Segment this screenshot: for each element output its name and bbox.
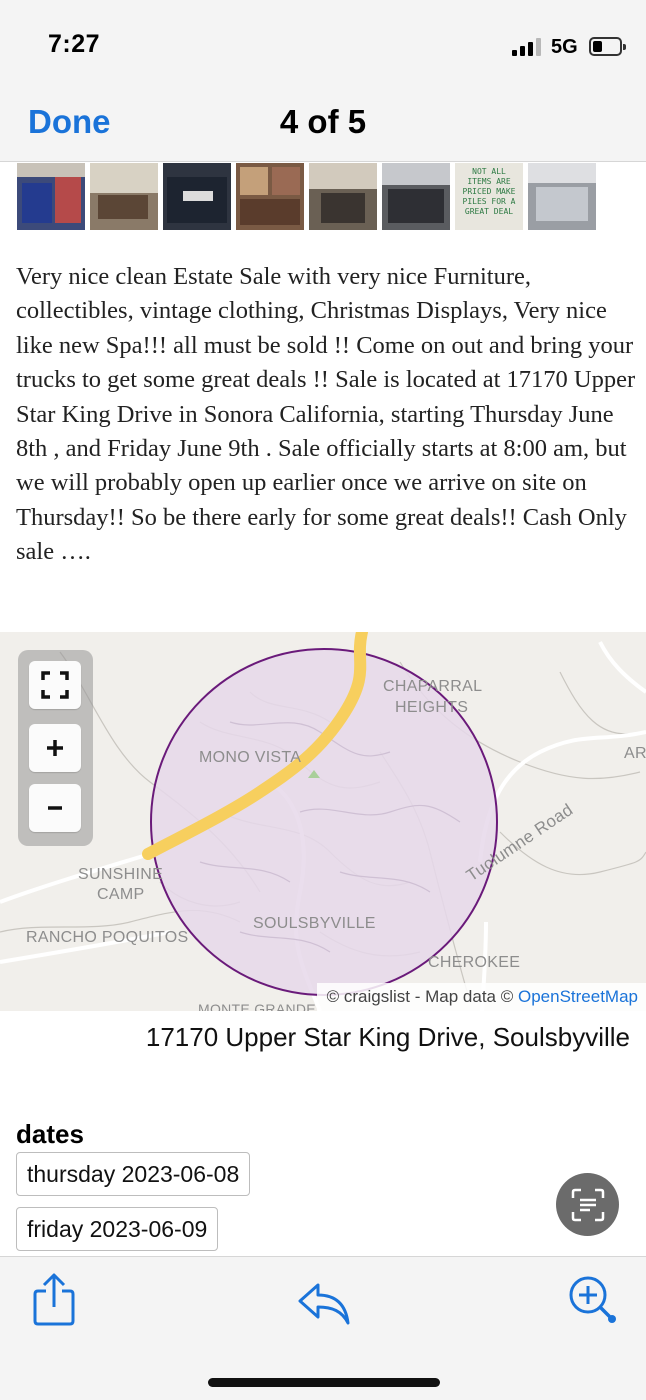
openstreetmap-link[interactable]: OpenStreetMap <box>518 987 638 1006</box>
thumbnail-photo-5[interactable] <box>309 163 377 230</box>
thumbnail-photo-2[interactable] <box>90 163 158 230</box>
plus-icon <box>47 740 63 756</box>
map-label-rancho-poquitos: RANCHO POQUITOS <box>26 929 189 946</box>
map-label-soulsbyville: SOULSBYVILLE <box>253 915 376 932</box>
map-label-cherokee: CHEROKEE <box>428 954 521 971</box>
thumbnail-photo-6[interactable] <box>382 163 450 230</box>
text-scan-icon <box>571 1188 604 1221</box>
status-bar: 7:27 5G <box>0 0 646 90</box>
thumbnail-photo-8[interactable] <box>528 163 596 230</box>
map-label-chaparral: CHAPARRAL <box>383 678 483 695</box>
dates-heading: dates <box>16 1119 84 1149</box>
minus-icon <box>48 806 62 810</box>
zoom-plus-icon <box>569 1276 616 1323</box>
bottom-toolbar <box>0 1256 646 1400</box>
live-text-scan-button[interactable] <box>556 1173 619 1236</box>
fullscreen-icon <box>41 671 69 699</box>
reply-icon <box>298 1283 350 1325</box>
map-label-ar: AR <box>624 745 646 762</box>
map-label-monte-grande: MONTE GRANDE <box>198 1001 316 1011</box>
map-controls <box>18 650 93 846</box>
zoom-in-button[interactable] <box>29 724 81 772</box>
map-attribution-text: © craigslist - Map data © <box>326 987 518 1006</box>
thumbnail-strip: NOT ALL ITEMS ARE PRICED MAKE PILES FOR … <box>17 163 617 230</box>
map-label-heights: HEIGHTS <box>395 699 469 716</box>
signal-strength-icon <box>512 38 544 56</box>
date-chip-friday[interactable]: friday 2023-06-09 <box>16 1207 219 1251</box>
share-button[interactable] <box>30 1271 78 1332</box>
thumbnail-photo-1[interactable] <box>17 163 85 230</box>
map-label-camp: CAMP <box>97 886 145 903</box>
page-title: 4 of 5 <box>279 103 367 140</box>
listing-description: Very nice clean Estate Sale with very ni… <box>16 263 636 566</box>
nav-bar: Done 4 of 5 <box>0 90 646 162</box>
thumbnail-photo-4[interactable] <box>236 163 304 230</box>
map-label-mono-vista: MONO VISTA <box>199 749 302 766</box>
date-chip-thursday[interactable]: thursday 2023-06-08 <box>16 1152 251 1196</box>
status-time: 7:27 <box>48 30 101 58</box>
zoom-out-button[interactable] <box>29 784 81 832</box>
markup-button[interactable] <box>564 1271 620 1332</box>
map-label-sunshine: SUNSHINE <box>78 866 164 883</box>
home-indicator[interactable] <box>208 1378 440 1387</box>
thumbnail-sign-text: NOT ALL ITEMS ARE PRICED MAKE PILES FOR … <box>462 167 516 216</box>
fullscreen-button[interactable] <box>29 661 81 709</box>
thumbnail-photo-3[interactable] <box>163 163 231 230</box>
network-type: 5G <box>551 36 578 58</box>
map-attribution: © craigslist - Map data © OpenStreetMap <box>316 983 646 1011</box>
listing-address: 17170 Upper Star King Drive, Soulsbyvill… <box>145 1022 630 1052</box>
thumbnail-photo-7[interactable]: NOT ALL ITEMS ARE PRICED MAKE PILES FOR … <box>455 163 523 230</box>
reply-button[interactable] <box>296 1279 352 1332</box>
share-icon <box>33 1273 75 1326</box>
map[interactable]: CHAPARRAL HEIGHTS MONO VISTA SUNSHINE CA… <box>0 632 646 1011</box>
battery-icon <box>589 37 626 56</box>
